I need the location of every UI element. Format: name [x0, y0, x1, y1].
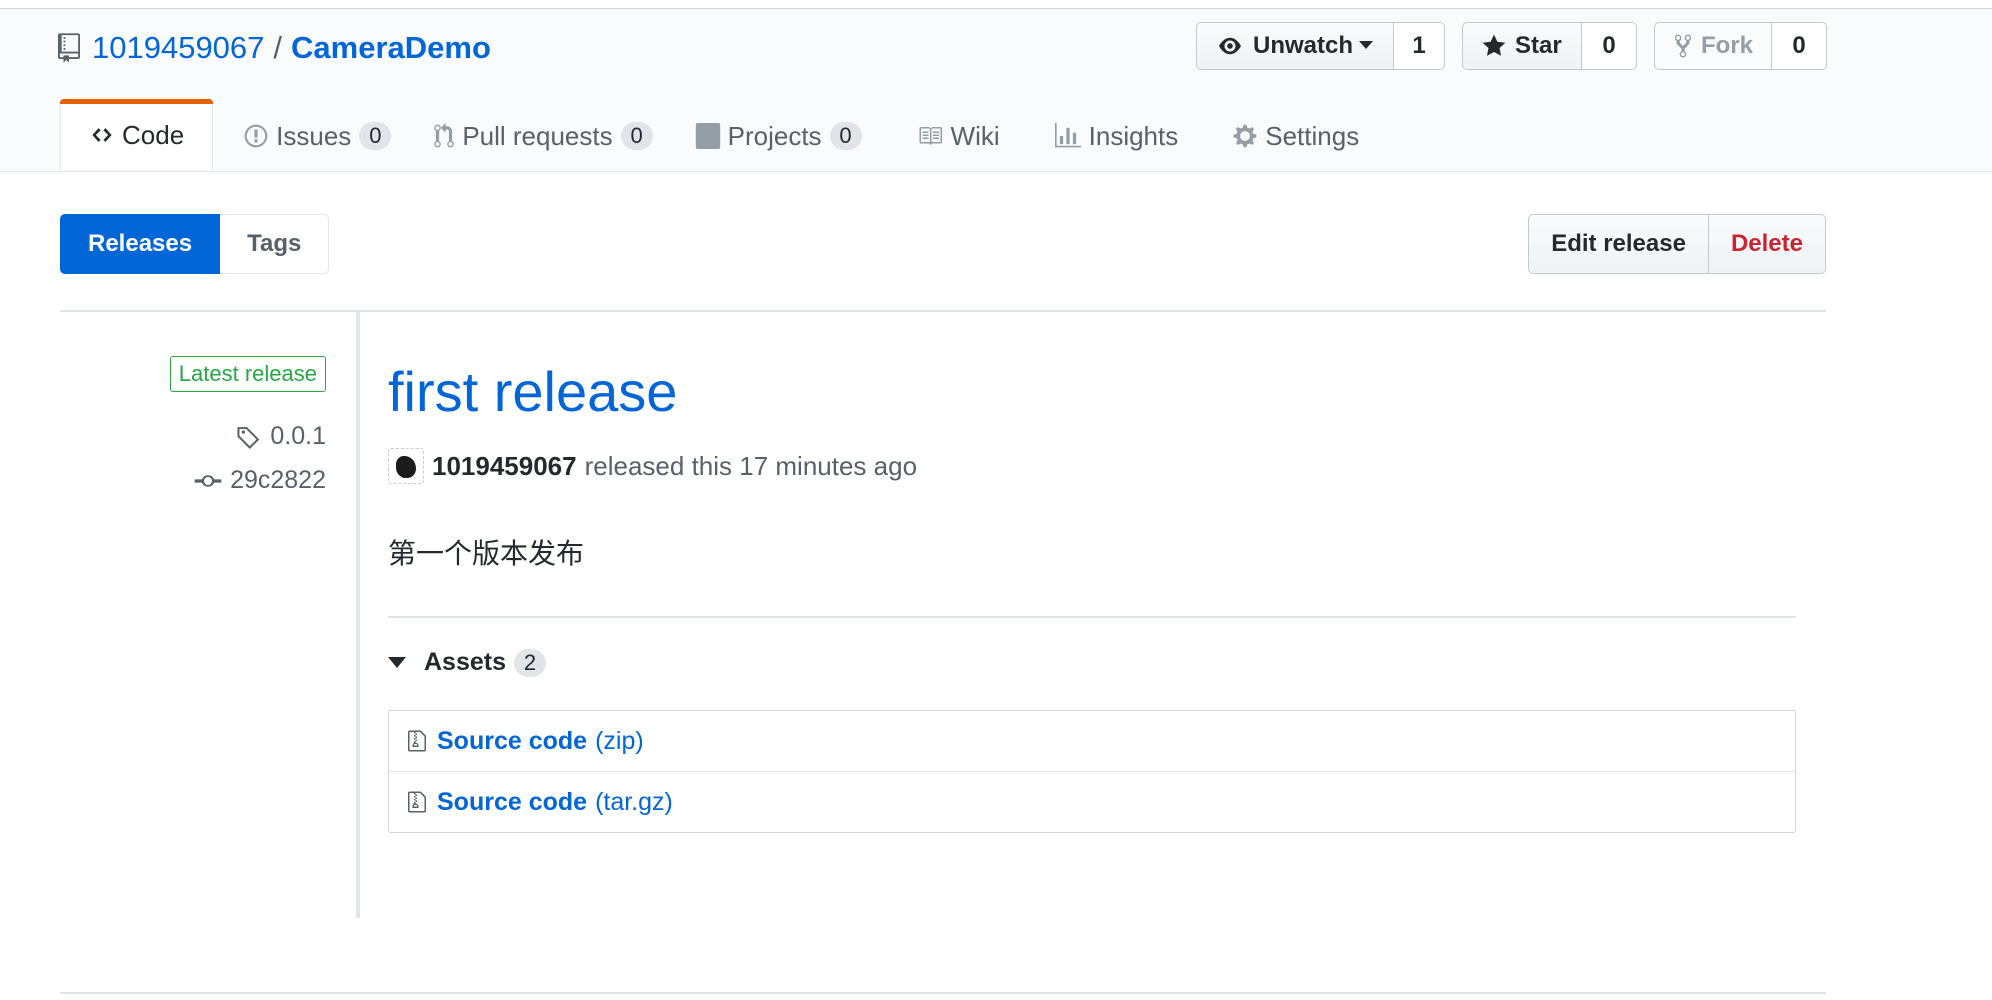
- release-actions: Edit release Delete: [1528, 214, 1826, 274]
- eye-icon: [1219, 37, 1241, 55]
- tab-insights-label: Insights: [1088, 120, 1179, 151]
- graph-icon: [1054, 123, 1081, 148]
- tab-projects-label: Projects: [727, 120, 822, 151]
- tab-issues[interactable]: Issues 0: [229, 102, 405, 170]
- release-author[interactable]: 1019459067: [432, 451, 577, 482]
- fork-icon: [1674, 34, 1692, 58]
- release-tag[interactable]: 0.0.1: [236, 422, 326, 451]
- assets-toggle[interactable]: Assets 2: [388, 648, 546, 677]
- star-action: Star 0: [1462, 22, 1637, 70]
- tab-wiki[interactable]: Wiki: [902, 102, 1014, 170]
- tab-code[interactable]: Code: [60, 99, 214, 170]
- release-byline: 1019459067 released this 17 minutes ago: [388, 448, 917, 484]
- star-label: Star: [1515, 32, 1562, 59]
- release-title[interactable]: first release: [388, 364, 677, 420]
- fork-action: Fork 0: [1654, 22, 1827, 70]
- release-tag-label: 0.0.1: [270, 422, 326, 450]
- tab-settings[interactable]: Settings: [1218, 102, 1373, 170]
- asset-row[interactable]: Source code (tar.gz): [389, 771, 1795, 832]
- asset-format: (tar.gz): [595, 787, 673, 816]
- gear-icon: [1233, 124, 1257, 148]
- watchers-count[interactable]: 1: [1394, 22, 1445, 70]
- tag-icon: [237, 426, 260, 449]
- divider: [60, 992, 1826, 994]
- star-icon: [1482, 34, 1506, 56]
- caret-down-icon: [1359, 41, 1374, 49]
- released-time: released this 17 minutes ago: [584, 450, 918, 481]
- tab-pull-requests[interactable]: Pull requests 0: [419, 102, 666, 170]
- asset-row[interactable]: Source code (zip): [389, 711, 1795, 771]
- asset-name: Source code: [437, 787, 588, 816]
- file-zip-icon: [408, 730, 426, 752]
- release-commit[interactable]: 29c2822: [194, 466, 326, 495]
- divider: [388, 616, 1796, 618]
- assets-counter: 2: [514, 648, 546, 677]
- project-icon: [695, 123, 720, 149]
- release-commit-label: 29c2822: [230, 466, 326, 494]
- commit-icon: [194, 474, 222, 487]
- repo-name-link[interactable]: CameraDemo: [291, 30, 491, 66]
- tab-code-label: Code: [122, 119, 185, 150]
- tab-projects[interactable]: Projects 0: [681, 102, 876, 170]
- pull-request-icon: [434, 123, 455, 148]
- pull-requests-counter: 0: [620, 122, 653, 150]
- releases-tab[interactable]: Releases: [60, 214, 221, 274]
- code-icon: [92, 128, 112, 142]
- delete-release-button[interactable]: Delete: [1708, 214, 1826, 274]
- repo-nav: Code Issues 0 Pull requests 0 Projects 0…: [60, 99, 1387, 170]
- fork-label: Fork: [1700, 32, 1753, 59]
- tab-issues-label: Issues: [276, 120, 352, 151]
- tab-settings-label: Settings: [1265, 120, 1360, 151]
- unwatch-label: Unwatch: [1253, 32, 1354, 59]
- repo-owner-link[interactable]: 1019459067: [92, 30, 264, 66]
- avatar[interactable]: [388, 448, 424, 484]
- asset-format: (zip): [595, 726, 644, 755]
- triangle-down-icon: [388, 657, 406, 668]
- watch-action: Unwatch 1: [1196, 22, 1445, 70]
- star-button[interactable]: Star: [1462, 22, 1582, 70]
- tab-insights[interactable]: Insights: [1040, 102, 1193, 170]
- repo-title: 1019459067 / CameraDemo: [58, 28, 491, 68]
- unwatch-button[interactable]: Unwatch: [1196, 22, 1394, 70]
- repo-icon: [58, 33, 80, 63]
- tags-tab[interactable]: Tags: [220, 214, 330, 274]
- issues-counter: 0: [359, 122, 392, 150]
- release-meta: Latest release 0.0.1 29c2822: [60, 312, 360, 918]
- assets-label: Assets: [424, 648, 506, 676]
- releases-subnav: Releases Tags: [60, 214, 330, 274]
- stargazers-count[interactable]: 0: [1582, 22, 1637, 70]
- edit-release-button[interactable]: Edit release: [1528, 214, 1709, 274]
- book-icon: [919, 127, 942, 145]
- fork-button[interactable]: Fork: [1654, 22, 1772, 70]
- issue-icon: [244, 124, 268, 148]
- repo-separator: /: [273, 30, 283, 65]
- assets-list: Source code (zip) Source code (tar.gz): [388, 710, 1796, 833]
- forks-count[interactable]: 0: [1772, 22, 1827, 70]
- asset-name: Source code: [437, 726, 588, 755]
- tab-wiki-label: Wiki: [950, 120, 1000, 151]
- release-description: 第一个版本发布: [388, 538, 585, 569]
- tab-pull-requests-label: Pull requests: [462, 120, 613, 151]
- latest-release-label: Latest release: [169, 356, 326, 392]
- projects-counter: 0: [829, 122, 862, 150]
- file-zip-icon: [408, 791, 426, 813]
